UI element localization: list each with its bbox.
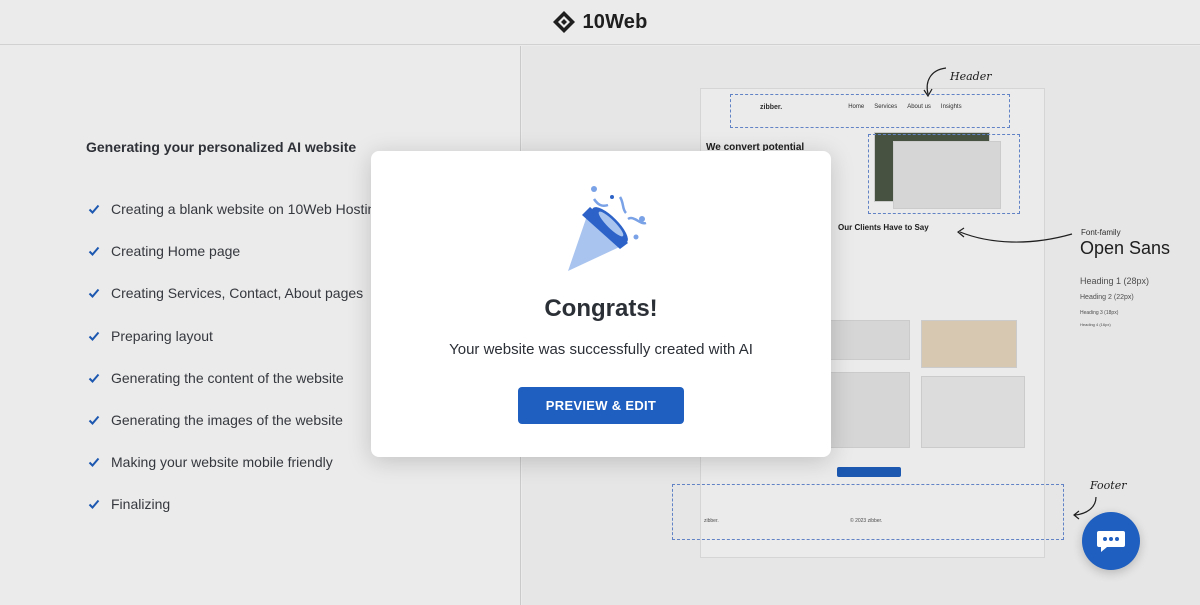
preview-edit-button[interactable]: PREVIEW & EDIT [518, 387, 684, 424]
congrats-modal: Congrats! Your website was successfully … [371, 151, 831, 457]
chat-bubble-icon [1097, 531, 1125, 552]
party-popper-icon [568, 186, 647, 271]
modal-message: Your website was successfully created wi… [449, 341, 753, 358]
chat-widget-button[interactable] [1082, 512, 1140, 570]
modal-title: Congrats! [544, 295, 658, 322]
